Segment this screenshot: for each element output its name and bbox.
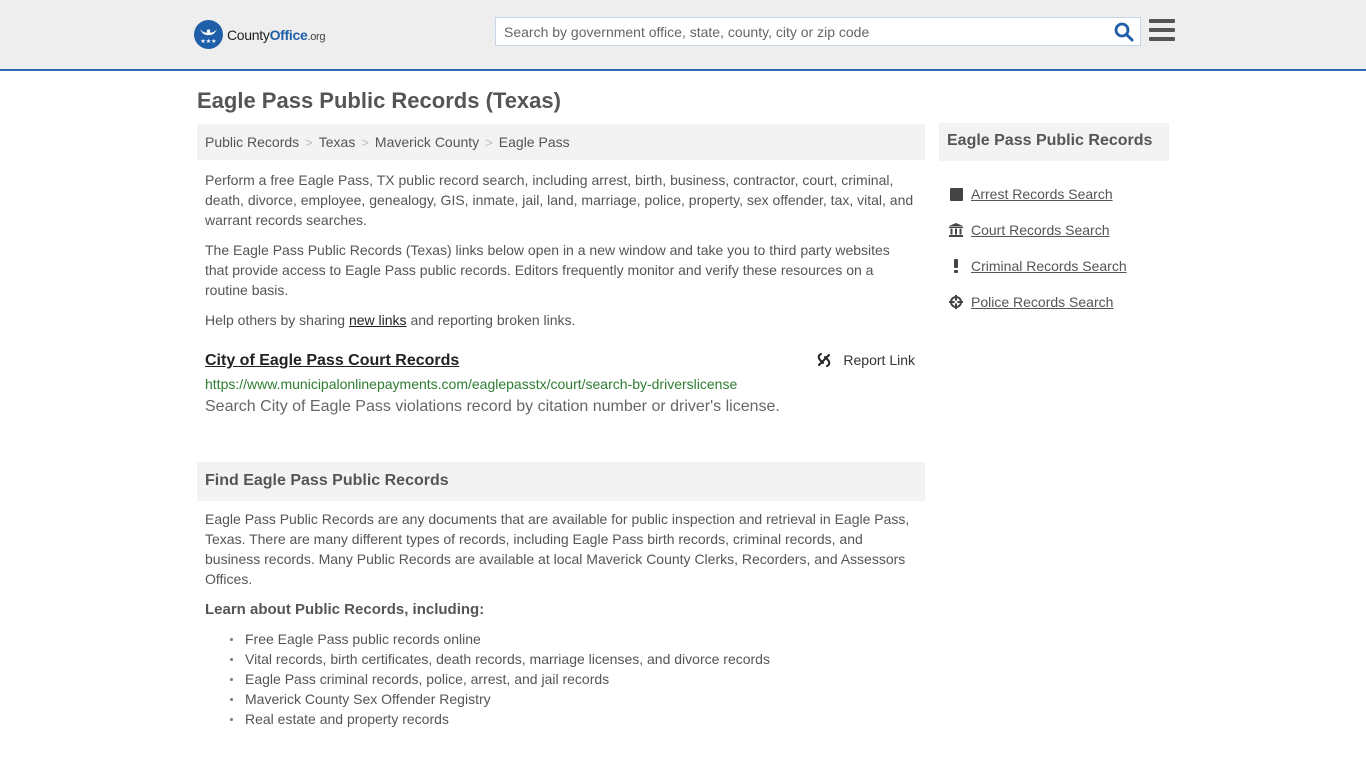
- hamburger-menu-icon[interactable]: [1149, 19, 1175, 43]
- arrest-records-link[interactable]: Arrest Records Search: [971, 186, 1113, 202]
- courthouse-icon: [949, 223, 963, 237]
- intro-paragraph-1: Perform a free Eagle Pass, TX public rec…: [205, 172, 914, 228]
- court-records-link[interactable]: Court Records Search: [971, 222, 1110, 238]
- breadcrumb-separator: >: [361, 135, 369, 150]
- learn-heading: Learn about Public Records, including:: [205, 601, 485, 618]
- sidebar-heading: Eagle Pass Public Records: [939, 123, 1169, 161]
- new-links-link[interactable]: new links: [349, 312, 407, 328]
- breadcrumb-public-records[interactable]: Public Records: [205, 134, 299, 150]
- broken-link-icon: [818, 353, 831, 367]
- intro-paragraph-2: The Eagle Pass Public Records (Texas) li…: [205, 242, 890, 298]
- sidebar-item-court-records: Court Records Search: [939, 212, 1169, 248]
- search-box: [495, 17, 1141, 46]
- list-item: Maverick County Sex Offender Registry: [227, 689, 925, 709]
- record-listing: City of Eagle Pass Court Records Report …: [197, 350, 925, 417]
- page-title: Eagle Pass Public Records (Texas): [197, 88, 561, 113]
- logo-wordmark: CountyOffice.org: [227, 26, 326, 43]
- intro-paragraph-3: Help others by sharing new links and rep…: [205, 312, 576, 328]
- learn-list: Free Eagle Pass public records online Vi…: [197, 629, 925, 729]
- find-records-paragraph: Eagle Pass Public Records are any docume…: [205, 511, 910, 587]
- find-records-heading: Find Eagle Pass Public Records: [197, 462, 925, 501]
- site-logo[interactable]: ★★★ CountyOffice.org: [194, 20, 326, 49]
- report-link-button[interactable]: Report Link: [816, 350, 915, 370]
- sidebar-item-arrest-records: Arrest Records Search: [939, 176, 1169, 212]
- list-item: Vital records, birth certificates, death…: [227, 649, 925, 669]
- find-records-section: Eagle Pass Public Records are any docume…: [197, 509, 925, 729]
- police-records-link[interactable]: Police Records Search: [971, 294, 1113, 310]
- list-item: Real estate and property records: [227, 709, 925, 729]
- breadcrumb-texas[interactable]: Texas: [319, 134, 356, 150]
- eagle-stars-icon: ★★★: [194, 20, 223, 49]
- sidebar-list: Arrest Records Search Court Records Sear…: [939, 176, 1169, 320]
- sidebar: Eagle Pass Public Records Arrest Records…: [939, 123, 1169, 320]
- record-description: Search City of Eagle Pass violations rec…: [205, 398, 780, 415]
- crosshairs-icon: [949, 295, 963, 309]
- list-item: Eagle Pass criminal records, police, arr…: [227, 669, 925, 689]
- exclamation-icon: [949, 259, 963, 273]
- main-content: Perform a free Eagle Pass, TX public rec…: [197, 170, 925, 417]
- square-icon: [949, 187, 963, 201]
- top-header: ★★★ CountyOffice.org: [0, 0, 1366, 71]
- breadcrumb-separator: >: [485, 135, 493, 150]
- record-url-link[interactable]: https://www.municipalonlinepayments.com/…: [205, 374, 917, 394]
- report-link-label: Report Link: [843, 352, 915, 368]
- sidebar-item-criminal-records: Criminal Records Search: [939, 248, 1169, 284]
- breadcrumb-maverick-county[interactable]: Maverick County: [375, 134, 479, 150]
- sidebar-item-police-records: Police Records Search: [939, 284, 1169, 320]
- breadcrumb-separator: >: [305, 135, 313, 150]
- search-input[interactable]: [496, 18, 1106, 45]
- search-icon[interactable]: [1114, 22, 1134, 42]
- record-title-link[interactable]: City of Eagle Pass Court Records: [205, 351, 459, 371]
- breadcrumb: Public Records > Texas > Maverick County > Eag…: [197, 124, 925, 160]
- breadcrumb-eagle-pass[interactable]: Eagle Pass: [499, 134, 570, 150]
- criminal-records-link[interactable]: Criminal Records Search: [971, 258, 1127, 274]
- list-item: Free Eagle Pass public records online: [227, 629, 925, 649]
- svg-text:★★★: ★★★: [200, 38, 216, 45]
